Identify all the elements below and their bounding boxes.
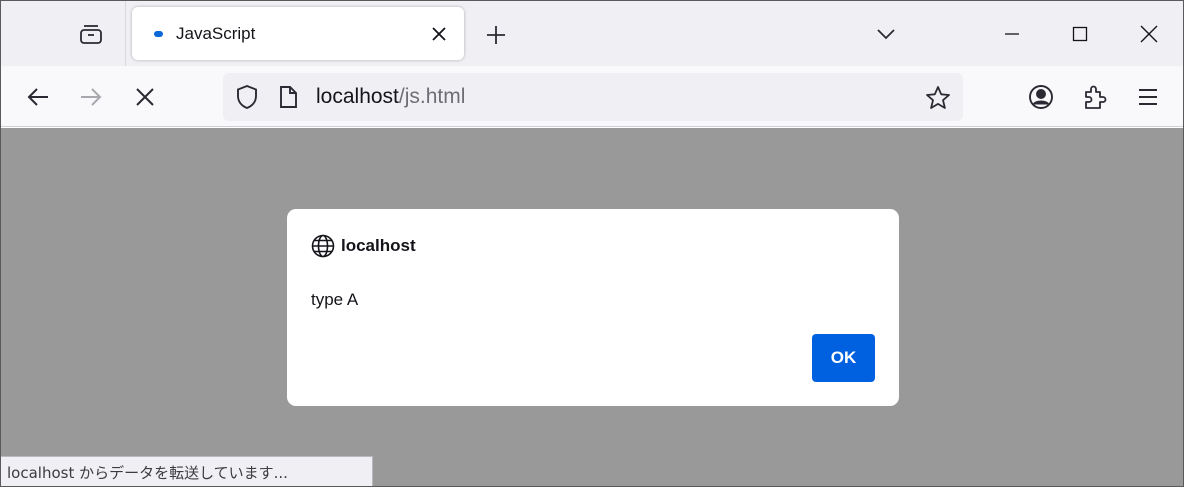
menu-icon (1139, 89, 1157, 105)
tab-list-button[interactable] (67, 11, 115, 57)
stop-icon (136, 88, 154, 106)
back-button[interactable] (19, 78, 57, 116)
tab-strip: JavaScript (1, 1, 1183, 66)
status-panel: localhost からデータを転送しています... (1, 456, 373, 486)
window-close-icon (1140, 25, 1158, 43)
page-overlay: localhost type A OK localhost からデータを転送して… (1, 128, 1183, 486)
window-close-button[interactable] (1124, 11, 1174, 57)
maximize-icon (1072, 26, 1088, 42)
new-tab-button[interactable] (479, 18, 513, 52)
forward-button[interactable] (72, 78, 110, 116)
url-text[interactable]: localhost/js.html (316, 85, 465, 109)
url-bar[interactable]: localhost/js.html (223, 73, 963, 121)
minimize-button[interactable] (987, 11, 1037, 57)
stop-button[interactable] (126, 78, 164, 116)
bookmark-button[interactable] (923, 83, 953, 113)
forward-arrow-icon (81, 88, 102, 106)
plus-icon (487, 26, 505, 44)
loading-dot-icon (154, 31, 163, 37)
close-icon (432, 27, 446, 41)
extensions-icon (1085, 85, 1107, 109)
tab-separator (125, 1, 126, 66)
ok-button[interactable]: OK (812, 334, 875, 382)
account-button[interactable] (1022, 78, 1060, 116)
tab-close-button[interactable] (424, 19, 454, 49)
tab-title: JavaScript (176, 24, 256, 43)
back-arrow-icon (27, 88, 48, 106)
star-icon (926, 86, 950, 109)
url-host: localhost (316, 85, 399, 108)
url-path: /js.html (398, 85, 466, 108)
shield-icon (237, 84, 257, 110)
tab-list-icon (79, 22, 103, 46)
extensions-button[interactable] (1076, 78, 1114, 116)
dialog-origin: localhost (341, 236, 416, 255)
site-info-button[interactable] (275, 83, 301, 111)
app-menu-button[interactable] (1129, 78, 1167, 116)
chevron-down-icon (877, 29, 895, 40)
navigation-toolbar: localhost/js.html (1, 66, 1183, 127)
alert-dialog: localhost type A OK (287, 209, 899, 406)
minimize-icon (1005, 33, 1019, 35)
maximize-button[interactable] (1055, 11, 1105, 57)
account-icon (1029, 85, 1053, 109)
tracking-protection-button[interactable] (233, 83, 261, 111)
globe-icon (311, 234, 335, 258)
page-icon (280, 86, 297, 108)
dialog-message: type A (311, 290, 359, 309)
tab-javascript[interactable]: JavaScript (132, 7, 464, 60)
list-all-tabs-button[interactable] (869, 17, 903, 51)
